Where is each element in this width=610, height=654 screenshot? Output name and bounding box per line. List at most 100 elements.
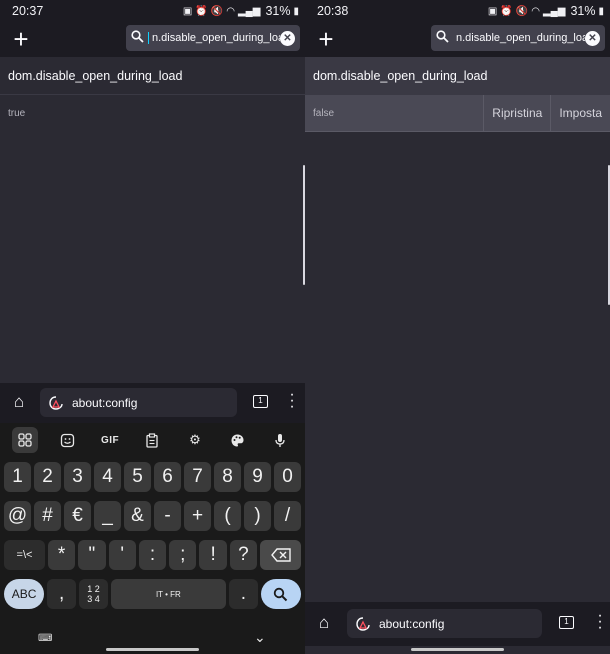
- config-toolbar: + n.disable_open_during_load ✕: [0, 22, 305, 57]
- symbols-page-key[interactable]: =\<: [4, 540, 45, 570]
- key[interactable]: 0: [274, 462, 301, 492]
- key[interactable]: &: [124, 501, 151, 531]
- clear-search-icon[interactable]: ✕: [280, 30, 295, 46]
- hide-keyboard-icon[interactable]: ⌄: [254, 629, 266, 646]
- key[interactable]: +: [184, 501, 211, 531]
- numbers-key-bottom-label: 3 4: [87, 594, 100, 604]
- battery-percent: 31%: [570, 4, 596, 18]
- microphone-icon[interactable]: [267, 427, 293, 453]
- firefox-warning-icon: [48, 395, 64, 411]
- clipboard-icon[interactable]: [139, 427, 165, 453]
- signal-icon: ▂▄▆: [237, 5, 261, 17]
- key[interactable]: 7: [184, 462, 211, 492]
- key[interactable]: !: [199, 540, 227, 570]
- tab-counter-button[interactable]: 1: [559, 616, 574, 629]
- keyboard-switch-icon[interactable]: ⌨: [38, 633, 52, 644]
- key[interactable]: ": [78, 540, 106, 570]
- key[interactable]: _: [94, 501, 121, 531]
- firefox-warning-icon: [355, 616, 371, 632]
- sticker-icon[interactable]: [55, 427, 81, 453]
- apps-grid-icon[interactable]: [12, 427, 39, 453]
- battery-percent: 31%: [265, 4, 291, 18]
- comma-key[interactable]: ,: [47, 579, 77, 609]
- key[interactable]: 6: [154, 462, 181, 492]
- keyboard-toolbar: GIF ⚙: [0, 423, 305, 457]
- gallery-icon: ▣: [487, 5, 498, 17]
- palette-icon[interactable]: [224, 427, 250, 453]
- key[interactable]: 1: [4, 462, 31, 492]
- config-toolbar: + n.disable_open_during_load ✕: [305, 22, 610, 57]
- key[interactable]: 9: [244, 462, 271, 492]
- key[interactable]: €: [64, 501, 91, 531]
- url-bar[interactable]: about:config: [40, 388, 237, 417]
- pref-value-row[interactable]: true: [0, 95, 305, 132]
- pref-name[interactable]: dom.disable_open_during_load: [0, 57, 305, 95]
- menu-button[interactable]: · · ·: [595, 608, 605, 636]
- reset-button[interactable]: Ripristina: [483, 94, 550, 132]
- menu-button[interactable]: · · ·: [287, 387, 297, 415]
- search-field[interactable]: n.disable_open_during_load ✕: [431, 25, 605, 51]
- numbers-key-top-label: 1 2: [87, 584, 100, 594]
- tab-counter-button[interactable]: 1: [253, 395, 268, 408]
- key[interactable]: #: [34, 501, 61, 531]
- search-key[interactable]: [260, 579, 302, 609]
- key[interactable]: (: [214, 501, 241, 531]
- keyboard-row-numbers: 1 2 3 4 5 6 7 8 9 0: [4, 462, 301, 492]
- home-button[interactable]: ⌂: [8, 391, 30, 413]
- set-button[interactable]: Imposta: [550, 94, 610, 132]
- clear-search-icon[interactable]: ✕: [585, 30, 600, 46]
- pref-value: false: [313, 107, 335, 119]
- right-screenshot: 20:38 ▣ ⏰ 🔇 ◠ ▂▄▆ 31% ▮ + n.disable_open…: [305, 0, 610, 654]
- gesture-bar: [106, 648, 199, 651]
- key[interactable]: ?: [229, 540, 258, 570]
- alarm-icon: ⏰: [500, 5, 513, 17]
- key[interactable]: 2: [34, 462, 61, 492]
- key[interactable]: 3: [64, 462, 91, 492]
- status-bar: 20:37 ▣ ⏰ 🔇 ◠ ▂▄▆ 31% ▮: [0, 0, 305, 22]
- browser-toolbar: ⌂ about:config 1 · · ·: [0, 383, 305, 423]
- battery-icon: ▮: [598, 5, 604, 17]
- add-pref-button[interactable]: +: [313, 25, 339, 53]
- key[interactable]: 4: [94, 462, 121, 492]
- key[interactable]: 8: [214, 462, 241, 492]
- status-icons: ▣ ⏰ 🔇 ◠ ▂▄▆ 31% ▮: [183, 4, 299, 18]
- home-button[interactable]: ⌂: [313, 612, 335, 634]
- battery-icon: ▮: [293, 5, 299, 17]
- keyboard: GIF ⚙ 1 2 3 4 5 6 7 8 9 0 @ # € _ & - + …: [0, 423, 305, 654]
- url-bar[interactable]: about:config: [347, 609, 542, 638]
- key[interactable]: ): [244, 501, 271, 531]
- key[interactable]: ': [108, 540, 136, 570]
- key[interactable]: :: [138, 540, 167, 570]
- status-icons: ▣ ⏰ 🔇 ◠ ▂▄▆ 31% ▮: [488, 4, 604, 18]
- key[interactable]: *: [47, 540, 76, 570]
- add-pref-button[interactable]: +: [8, 25, 34, 53]
- search-icon: [126, 30, 148, 46]
- key[interactable]: /: [274, 501, 301, 531]
- keyboard-row-symbols-2: =\< * " ' : ; ! ?: [4, 540, 301, 570]
- search-icon: [274, 587, 288, 601]
- search-input[interactable]: n.disable_open_during_load: [148, 32, 280, 44]
- key[interactable]: 5: [124, 462, 151, 492]
- key[interactable]: -: [154, 501, 181, 531]
- numbers-layout-key[interactable]: 1 2 3 4: [79, 579, 108, 609]
- keyboard-row-bottom: ABC , 1 2 3 4 IT • FR .: [4, 579, 302, 609]
- backspace-key[interactable]: [260, 540, 301, 570]
- space-key[interactable]: IT • FR: [110, 579, 226, 609]
- keyboard-row-symbols-1: @ # € _ & - + ( ) /: [4, 501, 301, 531]
- period-key[interactable]: .: [228, 579, 258, 609]
- pref-name[interactable]: dom.disable_open_during_load: [305, 57, 610, 95]
- key[interactable]: @: [4, 501, 31, 531]
- pref-value-row: false Ripristina Imposta: [305, 94, 610, 132]
- abc-key[interactable]: ABC: [4, 579, 45, 609]
- mute-icon: 🔇: [210, 5, 224, 17]
- status-time: 20:37: [12, 4, 44, 18]
- status-time: 20:38: [317, 4, 349, 18]
- search-icon: [431, 30, 453, 46]
- search-field[interactable]: n.disable_open_during_load ✕: [126, 25, 300, 51]
- url-text: about:config: [379, 616, 445, 631]
- alarm-icon: ⏰: [195, 5, 208, 17]
- search-input[interactable]: n.disable_open_during_load: [453, 32, 585, 44]
- gif-icon[interactable]: GIF: [97, 427, 123, 453]
- settings-icon[interactable]: ⚙: [182, 427, 208, 453]
- key[interactable]: ;: [169, 540, 197, 570]
